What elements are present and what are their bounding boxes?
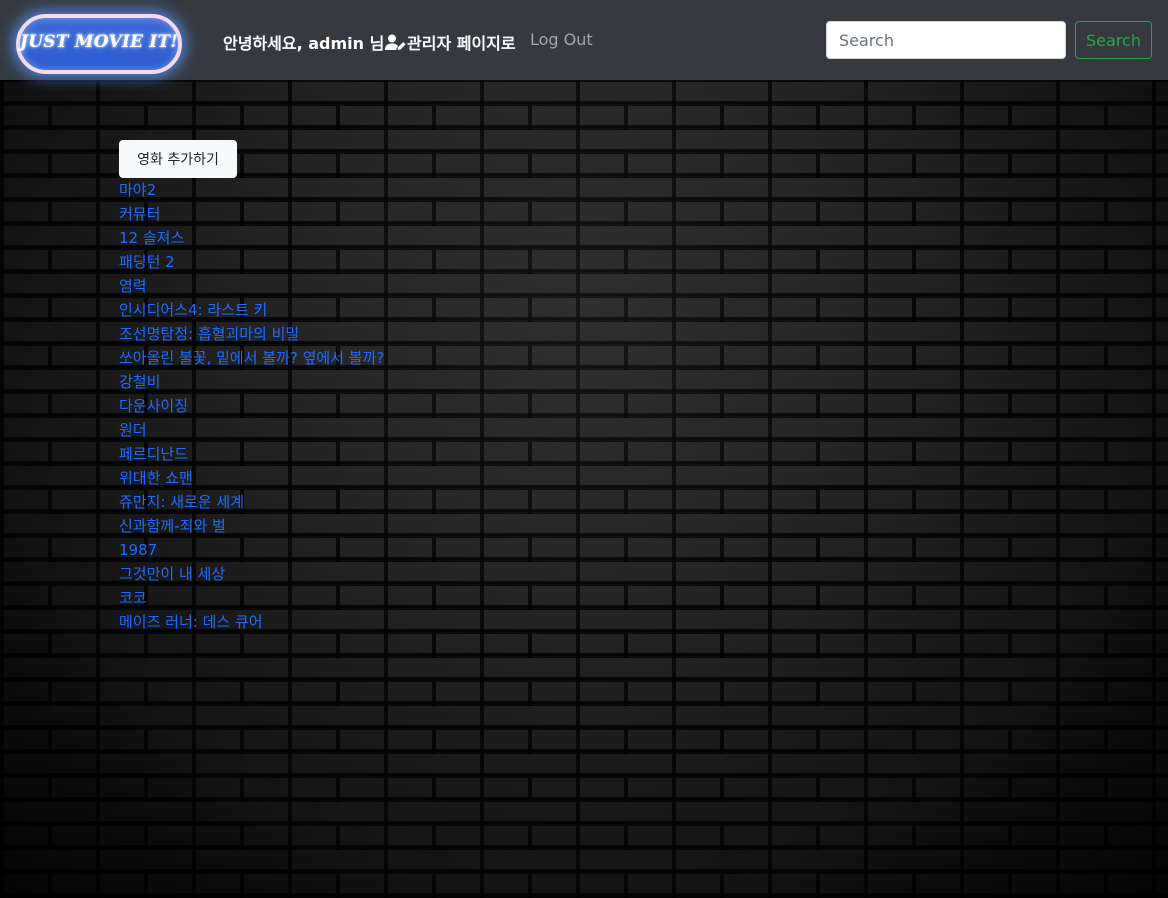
list-item: 쏘아올린 불꽃, 밑에서 볼까? 옆에서 볼까?	[119, 346, 384, 370]
list-item: 페르디난드	[119, 442, 384, 466]
user-greeting: 안녕하세요, admin 님	[223, 30, 406, 54]
movie-link[interactable]: 염력	[119, 274, 384, 298]
greeting-text: 안녕하세요, admin 님	[223, 34, 385, 53]
brand-text: JUST MOVIE IT!	[20, 32, 178, 52]
movie-link[interactable]: 위대한 쇼맨	[119, 466, 384, 490]
list-item: 다운사이징	[119, 394, 384, 418]
movie-link[interactable]: 쥬만지: 새로운 세계	[119, 490, 384, 514]
movie-link[interactable]: 메이즈 러너: 데스 큐어	[119, 610, 384, 634]
list-item: 위대한 쇼맨	[119, 466, 384, 490]
movie-link[interactable]: 패딩턴 2	[119, 250, 384, 274]
list-item: 인시디어스4: 라스트 키	[119, 298, 384, 322]
movie-link[interactable]: 페르디난드	[119, 442, 384, 466]
list-item: 커뮤터	[119, 202, 384, 226]
search-input[interactable]	[826, 21, 1066, 59]
movie-link[interactable]: 원더	[119, 418, 384, 442]
movie-link[interactable]: 신과함께-죄와 벌	[119, 514, 384, 538]
movie-link[interactable]: 커뮤터	[119, 202, 384, 226]
movie-link[interactable]: 코코	[119, 586, 384, 610]
admin-page-link[interactable]: 관리자 페이지로	[407, 30, 516, 54]
list-item: 마야2	[119, 178, 384, 202]
movie-link[interactable]: 조선명탐정: 흡혈괴마의 비밀	[119, 322, 384, 346]
list-item: 메이즈 러너: 데스 큐어	[119, 610, 384, 634]
movie-list: 마야2 커뮤터 12 솔져스 패딩턴 2 염력 인시디어스4: 라스트 키 조선명탐정: 흡…	[119, 178, 384, 634]
list-item: 강철비	[119, 370, 384, 394]
movie-link[interactable]: 쏘아올린 불꽃, 밑에서 볼까? 옆에서 볼까?	[119, 346, 384, 370]
movie-link[interactable]: 인시디어스4: 라스트 키	[119, 298, 384, 322]
list-item: 염력	[119, 274, 384, 298]
movie-link[interactable]: 마야2	[119, 178, 384, 202]
movie-link[interactable]: 다운사이징	[119, 394, 384, 418]
top-navbar: JUST MOVIE IT! 안녕하세요, admin 님 관리자 페이지로 L…	[0, 0, 1168, 80]
add-movie-button[interactable]: 영화 추가하기	[119, 140, 237, 178]
search-button[interactable]: Search	[1075, 21, 1152, 59]
list-item: 조선명탐정: 흡혈괴마의 비밀	[119, 322, 384, 346]
list-item: 그것만이 내 세상	[119, 562, 384, 586]
user-edit-icon	[385, 34, 406, 50]
list-item: 12 솔져스	[119, 226, 384, 250]
movie-link[interactable]: 그것만이 내 세상	[119, 562, 384, 586]
movie-admin-content: 영화 추가하기 마야2 커뮤터 12 솔져스 패딩턴 2 염력 인시디어스4: 라스트 키…	[119, 140, 384, 634]
list-item: 신과함께-죄와 벌	[119, 514, 384, 538]
list-item: 코코	[119, 586, 384, 610]
movie-link[interactable]: 12 솔져스	[119, 226, 384, 250]
list-item: 쥬만지: 새로운 세계	[119, 490, 384, 514]
brand-logo[interactable]: JUST MOVIE IT!	[16, 14, 182, 74]
movie-link[interactable]: 강철비	[119, 370, 384, 394]
list-item: 원더	[119, 418, 384, 442]
logout-link[interactable]: Log Out	[530, 30, 593, 49]
list-item: 1987	[119, 538, 384, 562]
movie-link[interactable]: 1987	[119, 538, 384, 562]
list-item: 패딩턴 2	[119, 250, 384, 274]
